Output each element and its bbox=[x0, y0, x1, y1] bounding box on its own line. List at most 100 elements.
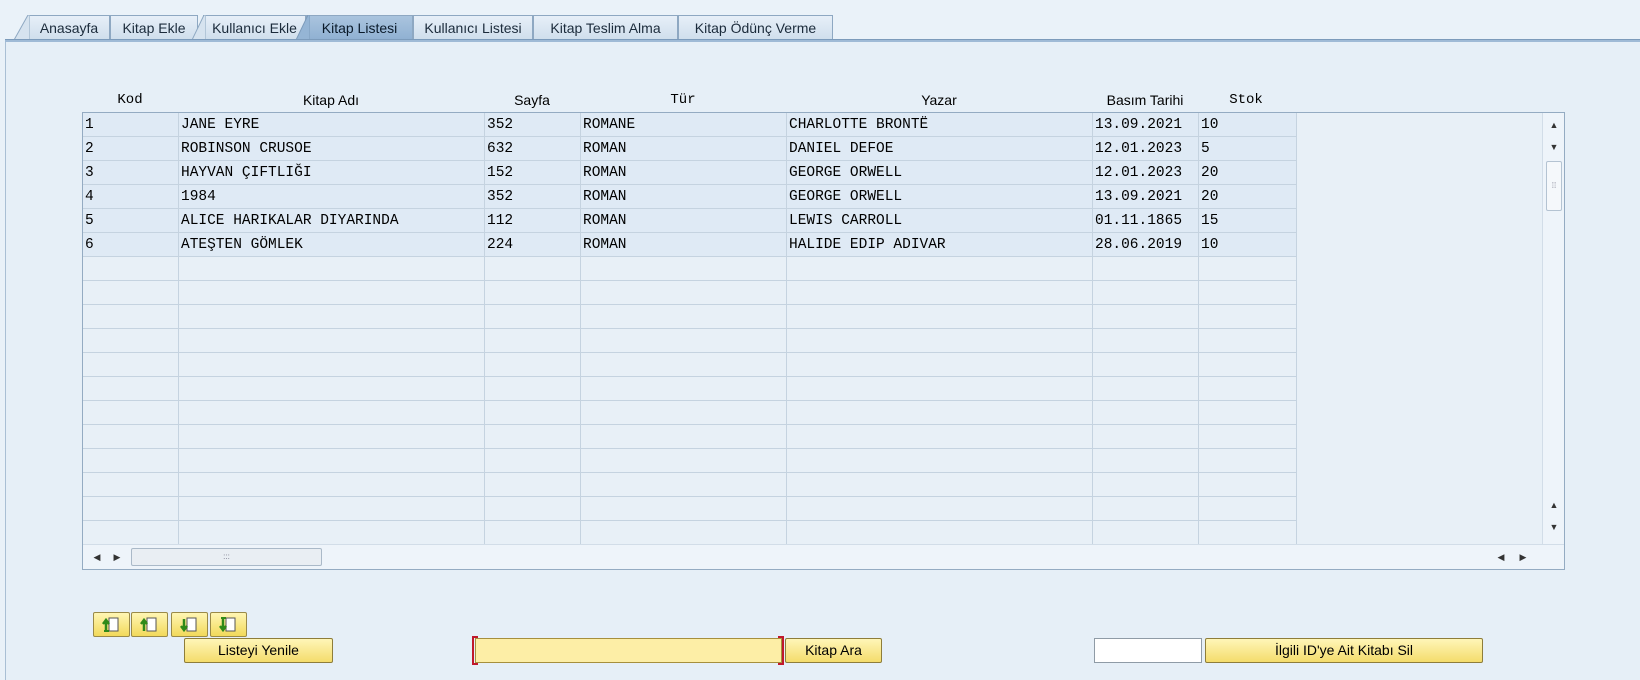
cell-stok[interactable] bbox=[1199, 305, 1297, 329]
cell-sayfa[interactable] bbox=[485, 497, 581, 521]
cell-tur[interactable] bbox=[581, 281, 787, 305]
cell-kitap-adi[interactable]: ATEŞTEN GÖMLEK bbox=[179, 233, 485, 257]
cell-stok[interactable]: 10 bbox=[1199, 113, 1297, 137]
cell-basim-tarihi[interactable] bbox=[1093, 521, 1199, 544]
table-row[interactable]: 1 JANE EYRE 352 ROMANE CHARLOTTE BRONTË 13.09… bbox=[83, 113, 1297, 137]
column-header-tur[interactable]: Tür bbox=[580, 90, 786, 110]
cell-kod[interactable]: 6 bbox=[83, 233, 179, 257]
scroll-page-down-icon[interactable]: ▼ bbox=[1546, 519, 1562, 535]
cell-yazar[interactable]: GEORGE ORWELL bbox=[787, 161, 1093, 185]
cell-tur[interactable] bbox=[581, 329, 787, 353]
cell-sayfa[interactable] bbox=[485, 305, 581, 329]
cell-basim-tarihi[interactable]: 12.01.2023 bbox=[1093, 137, 1199, 161]
table-row[interactable]: 2 ROBINSON CRUSOE 632 ROMAN DANIEL DEFOE 12.0… bbox=[83, 137, 1297, 161]
cell-kitap-adi[interactable] bbox=[179, 449, 485, 473]
cell-tur[interactable]: ROMANE bbox=[581, 113, 787, 137]
cell-yazar[interactable]: LEWIS CARROLL bbox=[787, 209, 1093, 233]
cell-sayfa[interactable] bbox=[485, 473, 581, 497]
cell-tur[interactable] bbox=[581, 305, 787, 329]
cell-stok[interactable] bbox=[1199, 329, 1297, 353]
refresh-list-button[interactable]: Listeyi Yenile bbox=[184, 638, 333, 663]
delete-book-id-input[interactable] bbox=[1094, 638, 1202, 663]
sort-descending-button[interactable] bbox=[210, 612, 247, 637]
cell-stok[interactable] bbox=[1199, 425, 1297, 449]
cell-kitap-adi[interactable] bbox=[179, 425, 485, 449]
cell-yazar[interactable] bbox=[787, 257, 1093, 281]
scroll-right-icon[interactable]: ▶ bbox=[109, 549, 125, 565]
cell-kod[interactable] bbox=[83, 281, 179, 305]
horizontal-scrollbar[interactable]: ◀ ▶ ::: ◀ ▶ bbox=[83, 544, 1564, 569]
vertical-scrollbar[interactable]: ▲ ▼ ⁞⁞ ▲ ▼ bbox=[1542, 113, 1564, 544]
horizontal-scroll-thumb[interactable]: ::: bbox=[131, 548, 322, 566]
cell-yazar[interactable]: DANIEL DEFOE bbox=[787, 137, 1093, 161]
scroll-left-end-icon[interactable]: ◀ bbox=[1493, 549, 1509, 565]
scroll-right-end-icon[interactable]: ▶ bbox=[1515, 549, 1531, 565]
cell-kitap-adi[interactable] bbox=[179, 281, 485, 305]
cell-stok[interactable] bbox=[1199, 353, 1297, 377]
cell-stok[interactable] bbox=[1199, 257, 1297, 281]
empty-table-row[interactable] bbox=[83, 281, 1297, 305]
cell-sayfa[interactable]: 152 bbox=[485, 161, 581, 185]
cell-yazar[interactable] bbox=[787, 305, 1093, 329]
tab-kullanici-ekle[interactable]: Kullanıcı Ekle bbox=[203, 15, 306, 40]
tab-kullanici-listesi[interactable]: Kullanıcı Listesi bbox=[413, 15, 533, 40]
tab-kitap-listesi[interactable]: Kitap Listesi bbox=[306, 15, 413, 40]
search-book-input[interactable] bbox=[475, 638, 782, 663]
cell-basim-tarihi[interactable] bbox=[1093, 377, 1199, 401]
cell-stok[interactable]: 10 bbox=[1199, 233, 1297, 257]
cell-kod[interactable]: 3 bbox=[83, 161, 179, 185]
cell-basim-tarihi[interactable] bbox=[1093, 449, 1199, 473]
cell-kod[interactable]: 5 bbox=[83, 209, 179, 233]
cell-tur[interactable] bbox=[581, 257, 787, 281]
cell-kitap-adi[interactable]: 1984 bbox=[179, 185, 485, 209]
cell-tur[interactable] bbox=[581, 377, 787, 401]
cell-kitap-adi[interactable] bbox=[179, 497, 485, 521]
cell-sayfa[interactable]: 112 bbox=[485, 209, 581, 233]
cell-yazar[interactable]: GEORGE ORWELL bbox=[787, 185, 1093, 209]
cell-yazar[interactable] bbox=[787, 497, 1093, 521]
cell-yazar[interactable] bbox=[787, 401, 1093, 425]
cell-basim-tarihi[interactable] bbox=[1093, 401, 1199, 425]
cell-tur[interactable]: ROMAN bbox=[581, 185, 787, 209]
cell-stok[interactable] bbox=[1199, 497, 1297, 521]
column-header-kitap-adi[interactable]: Kitap Adı bbox=[178, 90, 484, 110]
empty-table-row[interactable] bbox=[83, 449, 1297, 473]
empty-table-row[interactable] bbox=[83, 305, 1297, 329]
cell-kod[interactable] bbox=[83, 353, 179, 377]
cell-basim-tarihi[interactable] bbox=[1093, 497, 1199, 521]
cell-kod[interactable] bbox=[83, 449, 179, 473]
table-row[interactable]: 4 1984 352 ROMAN GEORGE ORWELL 13.09.2021 20 bbox=[83, 185, 1297, 209]
cell-kitap-adi[interactable]: JANE EYRE bbox=[179, 113, 485, 137]
cell-kod[interactable] bbox=[83, 401, 179, 425]
cell-yazar[interactable] bbox=[787, 329, 1093, 353]
cell-yazar[interactable] bbox=[787, 377, 1093, 401]
cell-basim-tarihi[interactable] bbox=[1093, 353, 1199, 377]
empty-table-row[interactable] bbox=[83, 521, 1297, 544]
column-header-sayfa[interactable]: Sayfa bbox=[484, 90, 580, 110]
cell-basim-tarihi[interactable] bbox=[1093, 305, 1199, 329]
cell-kitap-adi[interactable] bbox=[179, 257, 485, 281]
cell-stok[interactable] bbox=[1199, 473, 1297, 497]
empty-table-row[interactable] bbox=[83, 473, 1297, 497]
cell-tur[interactable] bbox=[581, 521, 787, 544]
cell-kitap-adi[interactable] bbox=[179, 521, 485, 544]
cell-yazar[interactable] bbox=[787, 425, 1093, 449]
cell-stok[interactable]: 5 bbox=[1199, 137, 1297, 161]
cell-stok[interactable]: 15 bbox=[1199, 209, 1297, 233]
cell-sayfa[interactable]: 352 bbox=[485, 185, 581, 209]
cell-tur[interactable] bbox=[581, 497, 787, 521]
cell-sayfa[interactable] bbox=[485, 281, 581, 305]
scroll-down-icon[interactable]: ▲ bbox=[1546, 497, 1562, 513]
cell-yazar[interactable] bbox=[787, 521, 1093, 544]
empty-table-row[interactable] bbox=[83, 329, 1297, 353]
cell-basim-tarihi[interactable]: 13.09.2021 bbox=[1093, 185, 1199, 209]
sort-up-button[interactable] bbox=[131, 612, 168, 637]
cell-yazar[interactable]: HALIDE EDIP ADIVAR bbox=[787, 233, 1093, 257]
cell-tur[interactable] bbox=[581, 401, 787, 425]
empty-table-row[interactable] bbox=[83, 377, 1297, 401]
cell-sayfa[interactable] bbox=[485, 329, 581, 353]
search-book-button[interactable]: Kitap Ara bbox=[785, 638, 882, 663]
cell-kitap-adi[interactable]: ALICE HARIKALAR DIYARINDA bbox=[179, 209, 485, 233]
cell-kitap-adi[interactable] bbox=[179, 305, 485, 329]
table-row[interactable]: 5 ALICE HARIKALAR DIYARINDA 112 ROMAN LEWIS … bbox=[83, 209, 1297, 233]
